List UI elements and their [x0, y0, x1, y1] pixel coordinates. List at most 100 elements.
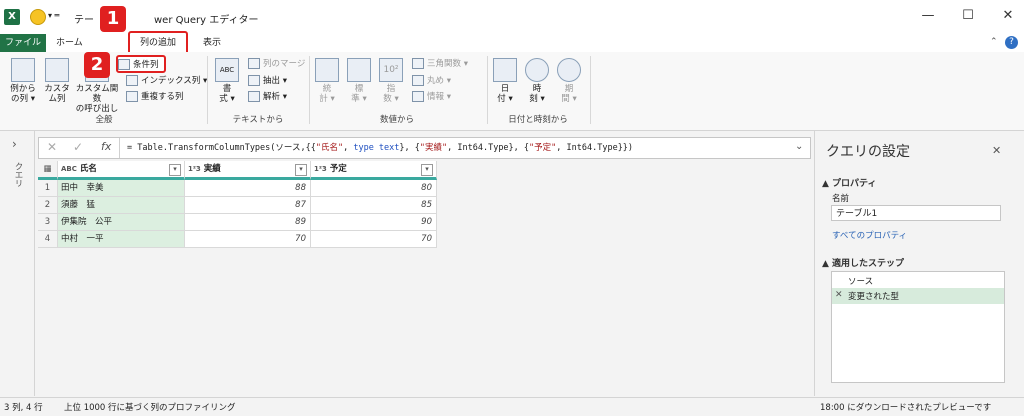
group-label-general: 全般 [95, 115, 113, 125]
cell-actual[interactable]: 88 [185, 180, 311, 197]
query-settings-title: クエリの設定 [826, 144, 910, 160]
applied-steps-list: ソース ✕ 変更された型 [831, 271, 1005, 383]
duration-button[interactable]: 期 間 ▾ [556, 58, 582, 104]
step-source[interactable]: ソース [848, 275, 873, 287]
cell-plan[interactable]: 90 [311, 214, 437, 231]
row-number: 2 [38, 197, 58, 214]
parse-button[interactable]: 解析 ▾ [248, 90, 287, 102]
row-number: 4 [38, 231, 58, 248]
rounding-icon [412, 74, 424, 86]
cell-name[interactable]: 中村 一平 [58, 231, 185, 248]
confirm-formula-icon[interactable]: ✓ [73, 140, 83, 154]
standard-button[interactable]: 標 準 ▾ [346, 58, 372, 104]
stopwatch-icon [557, 58, 581, 82]
cell-plan[interactable]: 80 [311, 180, 437, 197]
clock-icon [525, 58, 549, 82]
maximize-button[interactable]: ☐ [958, 6, 978, 26]
cell-plan[interactable]: 85 [311, 197, 437, 214]
table-icon [11, 58, 35, 82]
formula-bar: ✕ ✓ fx = Table.TransformColumnTypes(ソース,… [38, 137, 811, 159]
formula-divider [119, 138, 120, 158]
filter-dropdown-icon[interactable]: ▾ [169, 164, 181, 176]
format-button[interactable]: ABC 書 式 ▾ [212, 58, 242, 104]
collapse-ribbon-icon[interactable]: ⌃ [990, 37, 998, 47]
feedback-smiley-icon[interactable] [30, 9, 46, 25]
minimize-button[interactable]: — [918, 6, 938, 26]
trigonometry-button[interactable]: 三角関数 ▾ [412, 57, 468, 69]
tab-home[interactable]: ホーム [46, 34, 93, 52]
close-button[interactable]: ✕ [998, 6, 1018, 26]
help-icon[interactable]: ? [1005, 36, 1018, 49]
applied-steps-header[interactable]: ▲ 適用したステップ [822, 256, 904, 269]
fx-icon[interactable]: fx [101, 140, 111, 153]
custom-column-button[interactable]: カスタ ム列 [42, 58, 72, 104]
tab-view[interactable]: 表示 [193, 34, 231, 52]
column-header-actual[interactable]: 1²3 実績 ▾ [185, 161, 311, 180]
formula-input[interactable]: = Table.TransformColumnTypes(ソース,{{"氏名",… [127, 141, 633, 153]
column-header-name[interactable]: ABC 氏名 ▾ [58, 161, 185, 180]
parse-icon [248, 90, 260, 102]
status-row-count: 3 列, 4 行 [4, 403, 43, 413]
cell-actual[interactable]: 70 [185, 231, 311, 248]
merge-columns-icon [248, 57, 260, 69]
tab-file[interactable]: ファイル [0, 34, 46, 52]
expand-formula-icon[interactable]: ⌄ [795, 141, 803, 152]
excel-icon[interactable]: X [4, 9, 20, 25]
status-profiling[interactable]: 上位 1000 行に基づく列のプロファイリング [64, 401, 236, 413]
ribbon-separator [590, 56, 591, 124]
column-header-plan[interactable]: 1²3 予定 ▾ [311, 161, 437, 180]
cancel-formula-icon[interactable]: ✕ [47, 140, 57, 154]
custom-column-icon [45, 58, 69, 82]
index-column-button[interactable]: インデックス列 ▾ [126, 74, 207, 86]
cell-actual[interactable]: 89 [185, 214, 311, 231]
row-number: 1 [38, 180, 58, 197]
merge-columns-button[interactable]: 列のマージ [248, 57, 305, 69]
queries-nav-label[interactable]: クエリ [10, 162, 24, 188]
cell-name[interactable]: 須藤 猛 [58, 197, 185, 214]
time-button[interactable]: 時 刻 ▾ [524, 58, 550, 104]
qat-dropdown-icon[interactable]: ▾ ═ [48, 11, 59, 20]
rounding-button[interactable]: 丸め ▾ [412, 74, 451, 86]
filter-dropdown-icon[interactable]: ▾ [421, 164, 433, 176]
status-preview-time: 18:00 にダウンロードされたプレビューです [820, 403, 992, 413]
group-label-text: テキストから [232, 115, 284, 125]
column-from-examples-button[interactable]: 例から の列 ▾ [4, 58, 42, 104]
extract-button[interactable]: 抽出 ▾ [248, 74, 287, 86]
callout-badge-1: 1 [100, 6, 126, 32]
cell-name[interactable]: 田中 幸美 [58, 180, 185, 197]
statistics-button[interactable]: 統 計 ▾ [314, 58, 340, 104]
row-number: 3 [38, 214, 58, 231]
properties-header[interactable]: ▲ プロパティ [822, 176, 877, 189]
scientific-button[interactable]: 10² 指 数 ▾ [378, 58, 404, 104]
table-menu-icon[interactable]: ▦ [38, 161, 58, 180]
status-bar: 3 列, 4 行 上位 1000 行に基づく列のプロファイリング 18:00 に… [0, 397, 1024, 416]
group-label-datetime: 日付と時刻から [508, 115, 568, 125]
ribbon-separator [487, 56, 488, 124]
ribbon-separator [207, 56, 208, 124]
filter-dropdown-icon[interactable]: ▾ [295, 164, 307, 176]
duplicate-column-button[interactable]: 重複する列 [126, 90, 184, 102]
callout-badge-2: 2 [84, 52, 110, 78]
scientific-icon: 10² [379, 58, 403, 82]
sigma-icon [315, 58, 339, 82]
delete-step-icon[interactable]: ✕ [835, 290, 843, 300]
all-properties-link[interactable]: すべてのプロパティ [832, 229, 907, 241]
extract-icon [248, 74, 260, 86]
information-button[interactable]: 情報 ▾ [412, 90, 451, 102]
conditional-column-icon [118, 58, 130, 70]
cell-plan[interactable]: 70 [311, 231, 437, 248]
duplicate-column-icon [126, 90, 138, 102]
expand-queries-icon[interactable]: › [12, 137, 17, 151]
triangle-icon [412, 57, 424, 69]
step-changed-type[interactable]: ✕ 変更された型 [832, 288, 1004, 304]
abc-icon: ABC [215, 58, 239, 82]
cell-name[interactable]: 伊集院 公平 [58, 214, 185, 231]
date-button[interactable]: 日 付 ▾ [492, 58, 518, 104]
name-label: 名前 [832, 194, 850, 204]
conditional-column-button[interactable]: 条件列 [116, 55, 166, 73]
index-column-icon [126, 74, 138, 86]
group-label-number: 数値から [379, 115, 414, 125]
close-pane-icon[interactable]: ✕ [992, 144, 1001, 157]
query-name-input[interactable]: テーブル1 [831, 205, 1001, 221]
cell-actual[interactable]: 87 [185, 197, 311, 214]
